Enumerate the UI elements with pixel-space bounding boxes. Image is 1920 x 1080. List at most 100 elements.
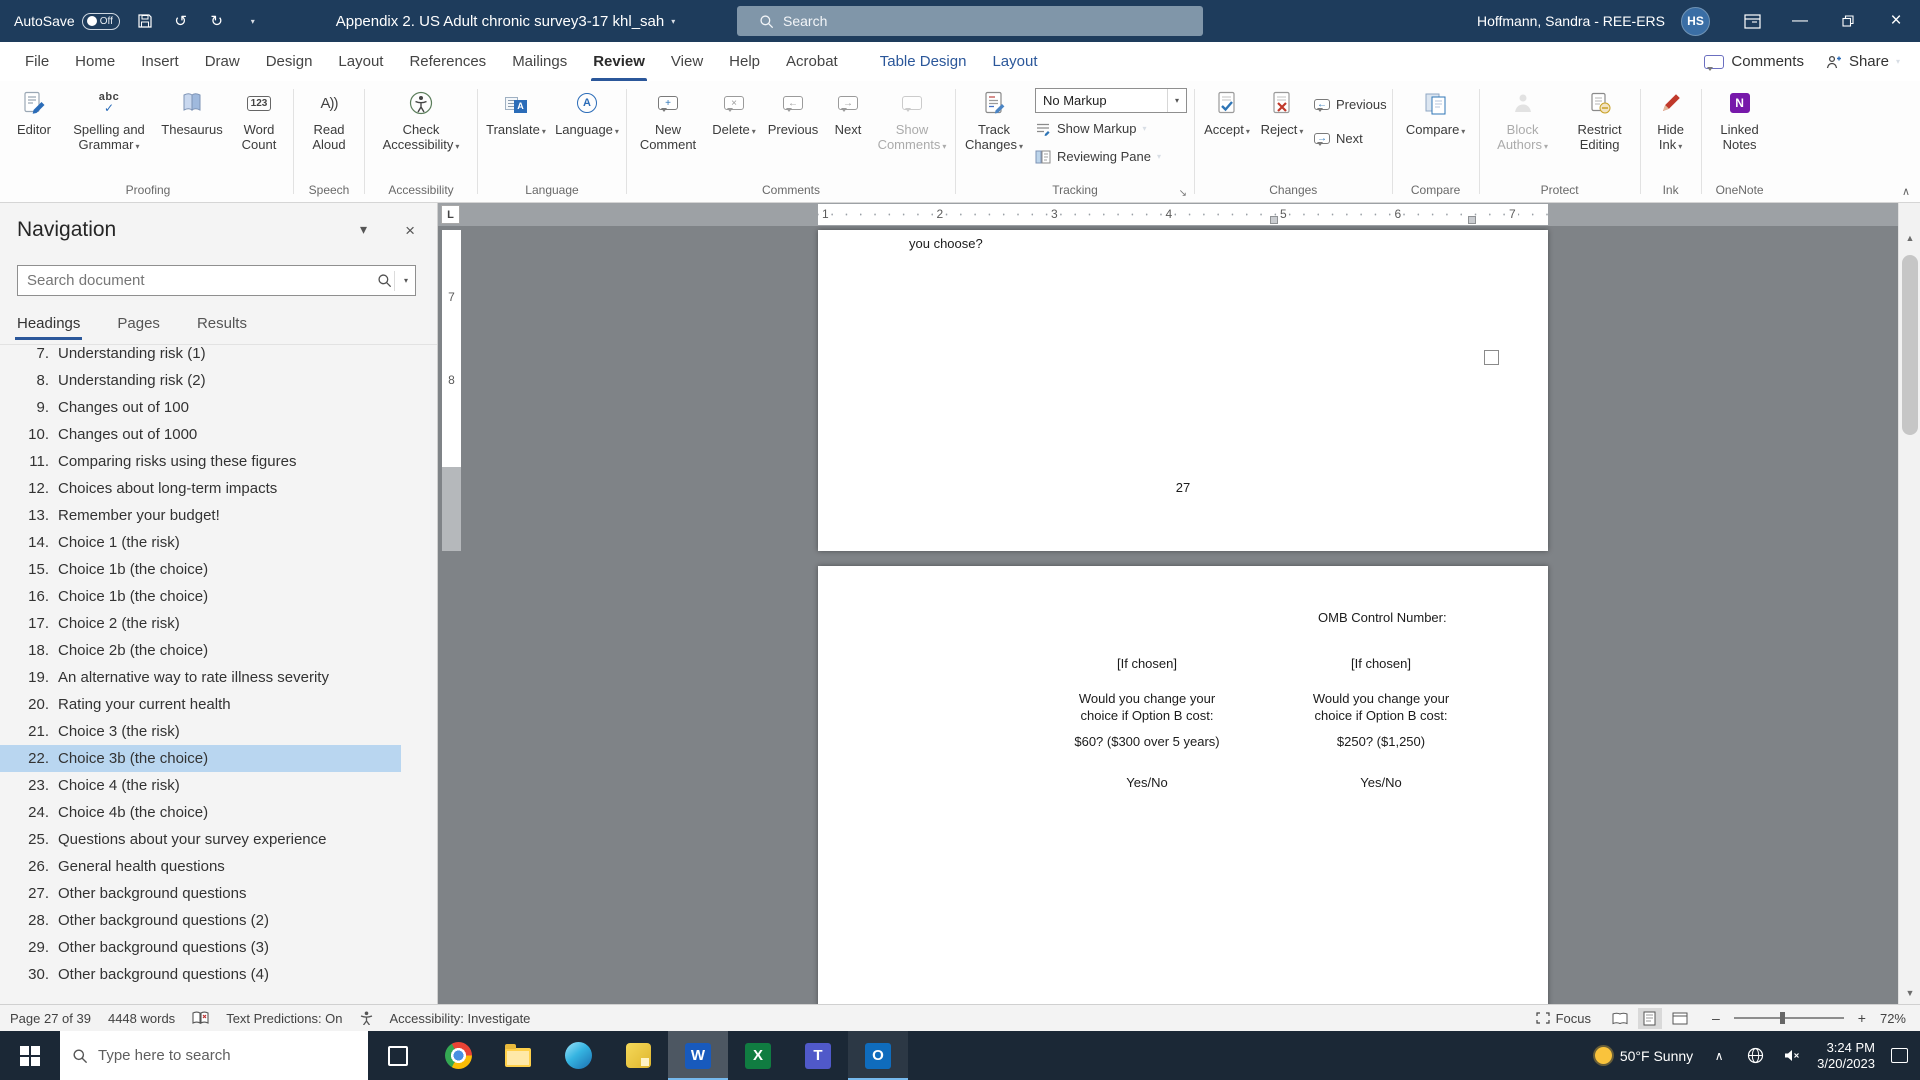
nav-heading-20[interactable]: 20.Rating your current health bbox=[0, 691, 401, 718]
close-button[interactable]: × bbox=[1872, 0, 1920, 42]
nav-heading-17[interactable]: 17.Choice 2 (the risk) bbox=[0, 610, 401, 637]
nav-heading-22[interactable]: 22.Choice 3b (the choice) bbox=[0, 745, 401, 772]
linked-notes-button[interactable]: N Linked Notes bbox=[1705, 84, 1775, 152]
taskbar-excel[interactable]: X bbox=[728, 1031, 788, 1080]
previous-change-button[interactable]: ← Previous bbox=[1314, 92, 1387, 117]
delete-comment-button[interactable]: × Delete▾ bbox=[706, 84, 762, 139]
nav-heading-12[interactable]: 12.Choices about long-term impacts bbox=[0, 475, 401, 502]
nav-heading-23[interactable]: 23.Choice 4 (the risk) bbox=[0, 772, 401, 799]
block-authors-button[interactable]: Block Authors▾ bbox=[1483, 84, 1563, 154]
spelling-grammar-button[interactable]: abc✓ Spelling and Grammar▾ bbox=[62, 84, 156, 154]
nav-heading-11[interactable]: 11.Comparing risks using these figures bbox=[0, 448, 401, 475]
language-button[interactable]: A Language▾ bbox=[551, 84, 623, 139]
vertical-scrollbar[interactable]: ▲ ▼ bbox=[1898, 203, 1920, 1004]
network-icon[interactable] bbox=[1745, 1047, 1765, 1064]
ribbon-display-options-icon[interactable] bbox=[1728, 0, 1776, 42]
taskbar-pinned-app[interactable] bbox=[608, 1031, 668, 1080]
menu-tab-layout[interactable]: Layout bbox=[325, 42, 396, 81]
nav-heading-14[interactable]: 14.Choice 1 (the risk) bbox=[0, 529, 401, 556]
nav-heading-24[interactable]: 24.Choice 4b (the choice) bbox=[0, 799, 401, 826]
zoom-in-button[interactable]: + bbox=[1855, 1010, 1869, 1026]
navpane-tab-pages[interactable]: Pages bbox=[117, 315, 160, 340]
scroll-up-icon[interactable]: ▲ bbox=[1899, 227, 1920, 249]
document-title[interactable]: Appendix 2. US Adult chronic survey3-17 … bbox=[336, 13, 676, 30]
nav-heading-9[interactable]: 9.Changes out of 100 bbox=[0, 394, 401, 421]
scrollbar-thumb[interactable] bbox=[1902, 255, 1918, 435]
accessibility-indicator[interactable]: Accessibility: Investigate bbox=[390, 1011, 531, 1026]
accept-button[interactable]: Accept▾ bbox=[1198, 84, 1256, 139]
avatar[interactable]: HS bbox=[1681, 7, 1710, 36]
nav-heading-8[interactable]: 8.Understanding risk (2) bbox=[0, 367, 401, 394]
tray-chevron-up-icon[interactable]: ∧ bbox=[1709, 1049, 1729, 1063]
share-button[interactable]: Share ▾ bbox=[1826, 53, 1900, 70]
menu-tab-home[interactable]: Home bbox=[62, 42, 128, 81]
document-page-27[interactable]: you choose? 27 bbox=[818, 230, 1548, 551]
taskbar-search-input[interactable] bbox=[98, 1047, 328, 1064]
start-button[interactable] bbox=[0, 1031, 60, 1080]
menu-tab-mailings[interactable]: Mailings bbox=[499, 42, 580, 81]
taskbar-edge[interactable] bbox=[548, 1031, 608, 1080]
hide-ink-button[interactable]: Hide Ink▾ bbox=[1644, 84, 1698, 154]
nav-heading-18[interactable]: 18.Choice 2b (the choice) bbox=[0, 637, 401, 664]
next-comment-button[interactable]: → Next bbox=[824, 84, 872, 137]
tracking-dialog-launcher-icon[interactable]: ↘ bbox=[1179, 188, 1187, 199]
new-comment-button[interactable]: + New Comment bbox=[630, 84, 706, 152]
previous-comment-button[interactable]: ← Previous bbox=[762, 84, 824, 137]
navpane-tab-headings[interactable]: Headings bbox=[17, 315, 80, 340]
navpane-search-icon[interactable] bbox=[377, 273, 392, 288]
proofing-errors-icon[interactable] bbox=[192, 1011, 209, 1025]
volume-icon[interactable] bbox=[1781, 1048, 1801, 1063]
nav-heading-25[interactable]: 25.Questions about your survey experienc… bbox=[0, 826, 401, 853]
accessibility-icon[interactable] bbox=[360, 1011, 373, 1025]
show-markup-button[interactable]: Show Markup▾ bbox=[1035, 116, 1187, 141]
taskbar-word[interactable]: W bbox=[668, 1031, 728, 1080]
nav-heading-15[interactable]: 15.Choice 1b (the choice) bbox=[0, 556, 401, 583]
nav-heading-13[interactable]: 13.Remember your budget! bbox=[0, 502, 401, 529]
indent-marker[interactable] bbox=[1270, 216, 1278, 224]
menu-tab-design[interactable]: Design bbox=[253, 42, 326, 81]
nav-heading-29[interactable]: 29.Other background questions (3) bbox=[0, 934, 401, 961]
taskbar-chrome[interactable] bbox=[428, 1031, 488, 1080]
titlebar-search[interactable]: Search bbox=[737, 6, 1203, 36]
nav-heading-16[interactable]: 16.Choice 1b (the choice) bbox=[0, 583, 401, 610]
scroll-down-icon[interactable]: ▼ bbox=[1899, 982, 1920, 1004]
taskbar-outlook[interactable]: O bbox=[848, 1031, 908, 1080]
taskbar-search-box[interactable] bbox=[60, 1031, 368, 1080]
navpane-search-chevron-icon[interactable]: ▾ bbox=[397, 276, 415, 285]
undo-icon[interactable]: ↺ bbox=[170, 10, 192, 32]
nav-heading-19[interactable]: 19.An alternative way to rate illness se… bbox=[0, 664, 401, 691]
editor-button[interactable]: Editor bbox=[6, 84, 62, 137]
word-count-button[interactable]: 123 Word Count bbox=[228, 84, 290, 152]
comments-button[interactable]: Comments bbox=[1704, 53, 1804, 70]
menu-tab-file[interactable]: File bbox=[12, 42, 62, 81]
menu-tab-references[interactable]: References bbox=[396, 42, 499, 81]
menu-tab-view[interactable]: View bbox=[658, 42, 716, 81]
nav-heading-26[interactable]: 26.General health questions bbox=[0, 853, 401, 880]
reviewing-pane-button[interactable]: Reviewing Pane▾ bbox=[1035, 144, 1187, 169]
notification-center-icon[interactable] bbox=[1891, 1048, 1908, 1063]
reject-button[interactable]: Reject▾ bbox=[1256, 84, 1308, 139]
focus-button[interactable]: Focus bbox=[1536, 1011, 1591, 1026]
save-icon[interactable] bbox=[134, 10, 156, 32]
nav-heading-21[interactable]: 21.Choice 3 (the risk) bbox=[0, 718, 401, 745]
next-change-button[interactable]: → Next bbox=[1314, 126, 1387, 151]
weather-widget[interactable]: 50°F Sunny bbox=[1595, 1047, 1693, 1064]
read-mode-button[interactable] bbox=[1608, 1008, 1632, 1029]
customize-qat-icon[interactable]: ▾ bbox=[242, 10, 264, 32]
zoom-level[interactable]: 72% bbox=[1880, 1011, 1906, 1026]
zoom-out-button[interactable]: – bbox=[1709, 1010, 1723, 1026]
taskbar-teams[interactable]: T bbox=[788, 1031, 848, 1080]
menu-tab-draw[interactable]: Draw bbox=[192, 42, 253, 81]
compare-button[interactable]: Compare▾ bbox=[1396, 84, 1476, 139]
web-layout-button[interactable] bbox=[1668, 1008, 1692, 1029]
menu-tab-layout-contextual[interactable]: Layout bbox=[979, 42, 1050, 81]
document-page-28[interactable]: OMB Control Number: [If chosen] Would yo… bbox=[818, 566, 1548, 1004]
read-aloud-button[interactable]: A)) Read Aloud bbox=[297, 84, 361, 152]
word-count-indicator[interactable]: 4448 words bbox=[108, 1011, 175, 1026]
zoom-slider[interactable] bbox=[1734, 1017, 1844, 1019]
show-comments-button[interactable]: Show Comments▾ bbox=[872, 84, 952, 154]
print-layout-button[interactable] bbox=[1638, 1008, 1662, 1029]
text-predictions-indicator[interactable]: Text Predictions: On bbox=[226, 1011, 342, 1026]
content-control-checkbox[interactable] bbox=[1484, 350, 1499, 365]
menu-tab-help[interactable]: Help bbox=[716, 42, 773, 81]
